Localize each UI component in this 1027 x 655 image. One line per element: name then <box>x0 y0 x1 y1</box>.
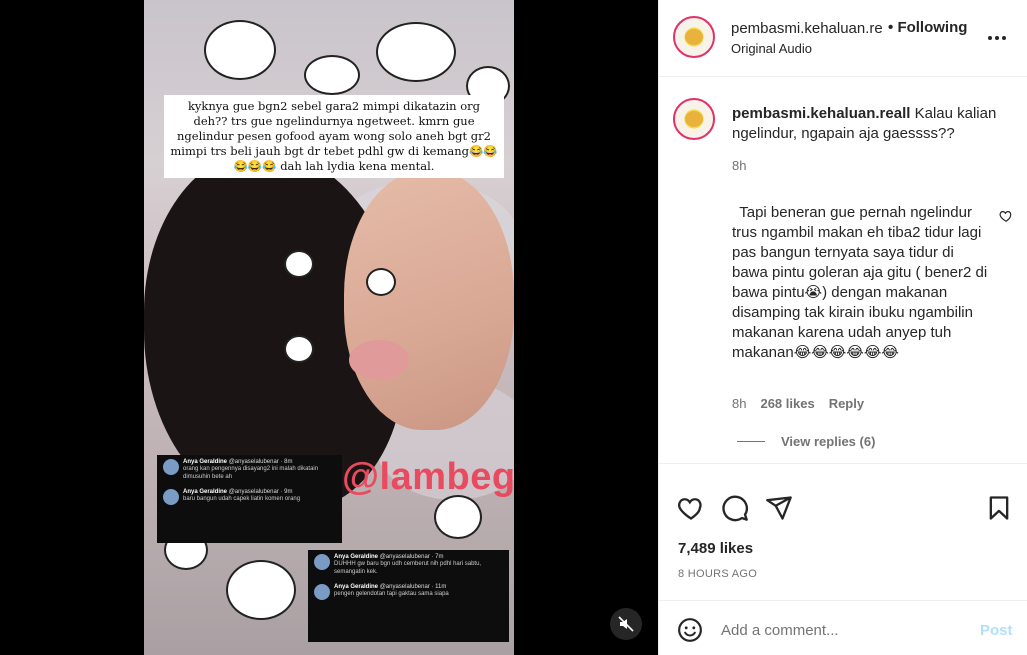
watermark: @lambegosiip <box>342 456 514 498</box>
comment-text: Tapi beneran gue pernah ngelindur trus n… <box>732 204 988 361</box>
mute-button[interactable] <box>610 608 642 640</box>
post-media[interactable]: kyknya gue bgn2 sebel gara2 mimpi dikata… <box>0 0 658 655</box>
tweet-text: orang kan pengennya disayang2 ini malah … <box>183 466 319 480</box>
lips <box>349 340 409 380</box>
tweet-text: DUHHH gw baru bgn udh cemberut nih pdhl … <box>334 561 482 575</box>
caption-avatar[interactable] <box>673 98 715 140</box>
comment: l Tapi beneran gue pernah ngelindur trus… <box>732 203 992 363</box>
tweet-row: Anya Geraldine @anyaselalubenar · 7m DUH… <box>314 554 503 576</box>
share-icon[interactable] <box>765 494 793 522</box>
comment-time: 8h <box>732 396 747 411</box>
avatar <box>314 584 330 600</box>
speaker-muted-icon <box>618 616 634 632</box>
add-comment-bar: Post <box>659 600 1027 655</box>
cute-sticker <box>204 20 276 80</box>
cute-sticker <box>226 560 296 620</box>
heart-icon[interactable] <box>677 494 705 522</box>
following-button[interactable]: • Following <box>888 19 967 36</box>
separator: • <box>888 19 894 36</box>
tweet-row: Anya Geraldine @anyaselalubenar · 11m pe… <box>314 584 503 600</box>
comments-section[interactable]: pembasmi.kehaluan.reall Kalau kalian nge… <box>659 78 1027 463</box>
comment-likes[interactable]: 268 likes <box>760 396 814 411</box>
tweet-row: Anya Geraldine @anyaselalubenar · 9m bar… <box>163 489 336 505</box>
cute-sticker <box>304 55 360 95</box>
caption-username[interactable]: pembasmi.kehaluan.reall <box>732 105 910 122</box>
caption-time: 8h <box>732 158 747 173</box>
caption: pembasmi.kehaluan.reall Kalau kalian nge… <box>732 104 1012 144</box>
post-time: 8 HOURS AGO <box>678 568 758 580</box>
emoji-face-icon <box>685 111 703 127</box>
author-username[interactable]: pembasmi.kehaluan.re <box>731 20 883 37</box>
comment-meta: 8h 268 likes Reply <box>732 396 864 411</box>
view-replies-button[interactable]: View replies (6) <box>737 434 875 449</box>
like-comment-icon[interactable] <box>999 209 1013 223</box>
video-frame[interactable]: kyknya gue bgn2 sebel gara2 mimpi dikata… <box>144 0 514 655</box>
audio-link[interactable]: Original Audio <box>731 41 812 56</box>
emoji-icon[interactable] <box>677 617 703 643</box>
cute-sticker <box>284 335 314 363</box>
post-actions: 7,489 likes 8 HOURS AGO <box>659 463 1027 599</box>
likes-count[interactable]: 7,489 likes <box>678 540 753 557</box>
cute-sticker <box>366 268 396 296</box>
avatar <box>314 554 330 570</box>
following-label: Following <box>897 19 968 36</box>
tweet-card: Anya Geraldine @anyaselalubenar · 8m ora… <box>157 455 342 543</box>
cute-sticker <box>376 22 456 82</box>
emoji-face-icon <box>685 29 703 45</box>
post-details-panel: pembasmi.kehaluan.re • Following Origina… <box>658 0 1027 655</box>
post-header: pembasmi.kehaluan.re • Following Origina… <box>659 0 1027 77</box>
tweet-card: Anya Geraldine @anyaselalubenar · 7m DUH… <box>308 550 509 642</box>
divider-line <box>737 441 765 442</box>
bookmark-icon[interactable] <box>985 494 1013 522</box>
video-caption-overlay: kyknya gue bgn2 sebel gara2 mimpi dikata… <box>164 95 504 178</box>
tweet-text: baru bangun udah capek liatin komen oran… <box>183 496 301 502</box>
comment-icon[interactable] <box>721 494 749 522</box>
view-replies-label: View replies (6) <box>781 434 876 449</box>
comment-username[interactable]: l <box>732 204 735 221</box>
author-avatar[interactable] <box>673 16 715 58</box>
cute-sticker <box>284 250 314 278</box>
face <box>344 170 514 430</box>
more-options-icon[interactable] <box>985 26 1009 50</box>
tweet-text: pengen gelendotan tapi gaktau sama siapa <box>334 591 449 597</box>
avatar <box>163 489 179 505</box>
tweet-row: Anya Geraldine @anyaselalubenar · 8m ora… <box>163 459 336 481</box>
comment-input[interactable] <box>721 615 971 645</box>
cute-sticker <box>434 495 482 539</box>
reply-button[interactable]: Reply <box>829 396 864 411</box>
avatar <box>163 459 179 475</box>
post-button[interactable]: Post <box>980 622 1013 639</box>
